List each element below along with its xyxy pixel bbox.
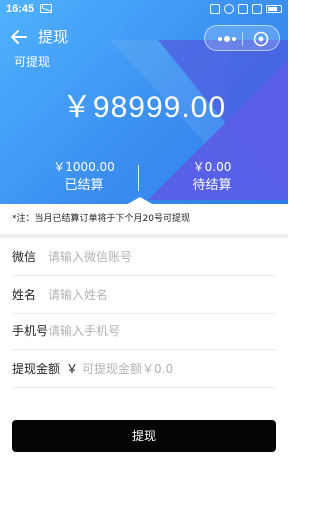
withdraw-notice: *注：当月已结算订单将于下个月20号可提现 (0, 204, 288, 234)
page-title: 提现 (38, 28, 69, 46)
vibrate-icon (210, 4, 220, 14)
stat-divider (138, 165, 139, 191)
battery-icon (266, 5, 282, 13)
more-dots-icon[interactable] (215, 32, 239, 46)
signal-icon (252, 4, 262, 14)
mail-icon (40, 4, 52, 13)
status-bar: 16:45 (0, 0, 288, 18)
withdraw-button[interactable]: 提现 (12, 420, 276, 452)
target-circle-icon[interactable] (253, 31, 269, 47)
status-icons (210, 0, 282, 18)
pending-label: 待结算 (192, 178, 232, 193)
settled-label: 已结算 (64, 178, 104, 193)
amount-row: 提现金额 ￥ (12, 350, 276, 388)
available-label: 可提现 (14, 55, 51, 69)
phone-row: 手机号 (12, 312, 276, 350)
alarm-icon (224, 4, 234, 14)
balance-amount: ￥98999.00 (61, 91, 227, 124)
pending-stat: ￥0.00 待结算 (142, 158, 282, 196)
mini-program-capsule (204, 25, 280, 51)
sim-icon (238, 4, 248, 14)
name-row: 姓名 (12, 276, 276, 314)
capsule-divider (242, 32, 243, 46)
nav-bar: 提现 (0, 22, 288, 52)
pending-value: ￥0.00 (192, 160, 232, 174)
wechat-input[interactable] (48, 247, 268, 267)
wechat-label: 微信 (12, 250, 37, 264)
amount-input[interactable] (82, 359, 272, 379)
settled-value: ￥1000.00 (53, 160, 115, 174)
back-arrow-icon[interactable] (10, 28, 28, 46)
currency-symbol: ￥ (66, 362, 79, 376)
name-label: 姓名 (12, 288, 37, 302)
phone-label: 手机号 (12, 324, 49, 338)
name-input[interactable] (48, 285, 268, 305)
status-time: 16:45 (6, 3, 35, 15)
phone-input[interactable] (48, 321, 268, 341)
amount-label: 提现金额 (12, 362, 61, 376)
wechat-row: 微信 (12, 238, 276, 276)
settled-stat: ￥1000.00 已结算 (14, 158, 154, 196)
